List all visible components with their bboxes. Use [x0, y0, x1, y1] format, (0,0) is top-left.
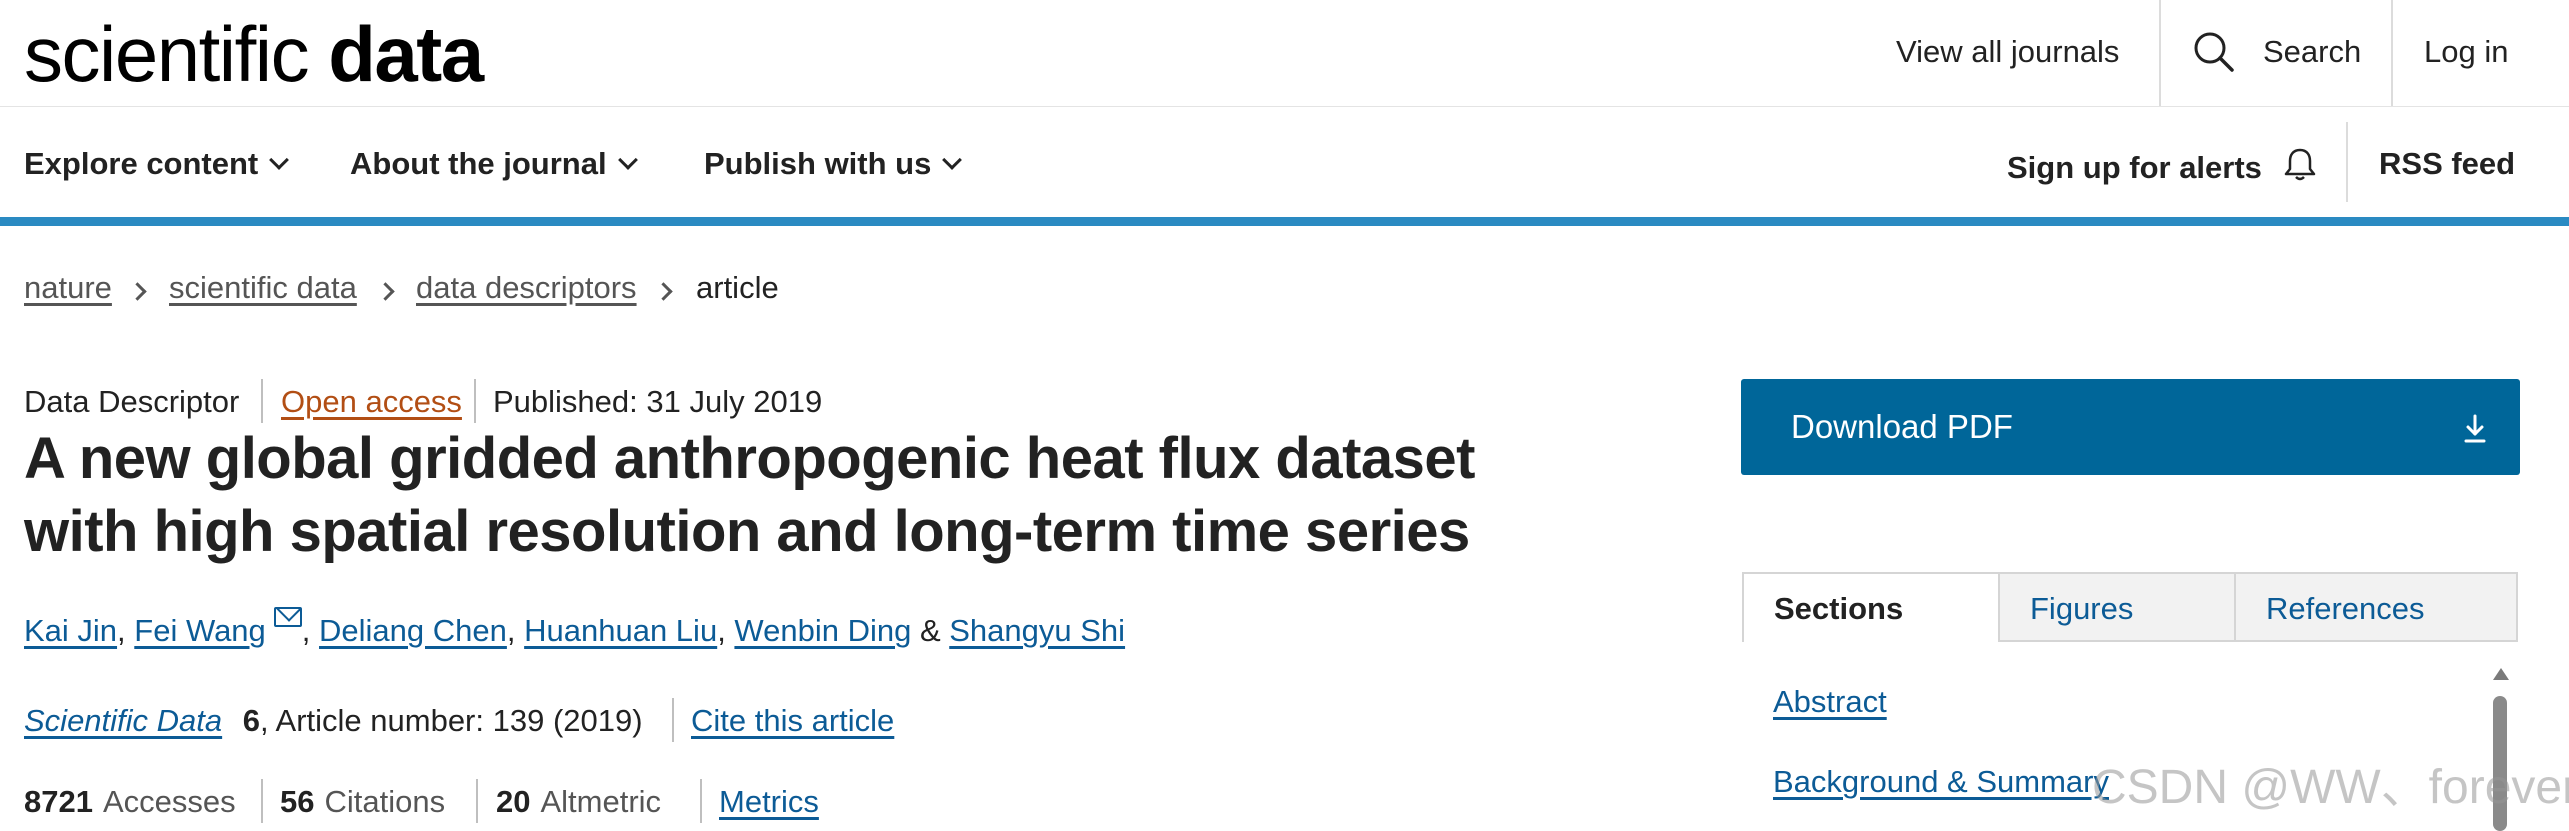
header-rule [0, 106, 2569, 107]
nav-about-label: About the journal [350, 146, 607, 181]
nav-divider [2346, 122, 2348, 202]
metric-altmetric: 20 Altmetric [496, 784, 662, 819]
breadcrumb-data-descriptors[interactable]: data descriptors [416, 268, 637, 308]
sidebar-tabs: Sections Figures References [1742, 572, 2518, 642]
author-link[interactable]: Fei Wang [134, 613, 266, 648]
logo-bold-text: data [328, 10, 484, 98]
author-link[interactable]: Deliang Chen [319, 613, 507, 648]
metric-citations: 56 Citations [280, 784, 446, 819]
article-type: Data Descriptor [24, 384, 240, 419]
metrics-link[interactable]: Metrics [719, 784, 819, 819]
published-date: Published: 31 July 2019 [493, 384, 823, 419]
meta-divider [261, 379, 263, 423]
author-link[interactable]: Huanhuan Liu [524, 613, 717, 648]
article-title: A new global gridded anthropogenic heat … [24, 426, 1476, 564]
article-number: , Article number: 139 (2019) [260, 703, 643, 738]
metric-accesses: 8721 Accesses [24, 784, 236, 819]
chevron-down-icon [269, 150, 290, 170]
bell-icon [2284, 148, 2315, 181]
meta-divider [700, 779, 702, 823]
tab-figures[interactable]: Figures [1998, 572, 2236, 642]
nav-explore-content[interactable]: Explore content [24, 142, 290, 186]
author-link[interactable]: Shangyu Shi [949, 613, 1125, 648]
accent-rule [0, 217, 2569, 226]
toc-background-summary-link[interactable]: Background & Summary [1773, 762, 2109, 802]
metrics-wrapper: Metrics [719, 782, 819, 822]
meta-divider [261, 779, 263, 823]
header-divider [2159, 0, 2161, 106]
nav-publish-label: Publish with us [704, 146, 932, 181]
download-icon [2464, 414, 2486, 443]
breadcrumb-scientific-data[interactable]: scientific data [169, 268, 357, 308]
chevron-right-icon [376, 282, 395, 301]
alerts-label: Sign up for alerts [2007, 150, 2262, 185]
breadcrumb-nature[interactable]: nature [24, 268, 112, 308]
author-link[interactable]: Wenbin Ding [734, 613, 911, 648]
open-access-link[interactable]: Open access [281, 382, 462, 422]
nav-publish-with-us[interactable]: Publish with us [704, 142, 963, 186]
rss-feed-link[interactable]: RSS feed [2379, 142, 2515, 186]
watermark: CSDN @WW、forever [2092, 761, 2569, 814]
meta-divider [672, 698, 674, 742]
breadcrumb-current: article [696, 270, 779, 305]
nav-explore-label: Explore content [24, 146, 259, 181]
journal-logo[interactable]: scientific data [24, 14, 484, 94]
meta-divider [474, 379, 476, 423]
download-pdf-button[interactable]: Download PDF [1741, 379, 2520, 475]
login-link[interactable]: Log in [2424, 32, 2508, 72]
meta-divider [476, 779, 478, 823]
journal-link[interactable]: Scientific Data [24, 703, 222, 738]
logo-light-text: scientific [24, 10, 310, 98]
download-pdf-label: Download PDF [1791, 408, 2013, 445]
scroll-up-arrow-icon[interactable] [2493, 668, 2509, 680]
nav-about-journal[interactable]: About the journal [350, 142, 638, 186]
view-all-journals-link[interactable]: View all journals [1896, 32, 2119, 72]
header-divider [2391, 0, 2393, 106]
search-label: Search [2263, 34, 2362, 69]
search-icon [2194, 32, 2234, 72]
author-list: Kai Jin, Fei Wang, Deliang Chen, Huanhua… [24, 607, 1125, 651]
chevron-right-icon [654, 282, 673, 301]
tab-sections[interactable]: Sections [1742, 572, 2000, 642]
toc-abstract-link[interactable]: Abstract [1773, 682, 1887, 722]
chevron-right-icon [128, 282, 147, 301]
chevron-down-icon [942, 150, 963, 170]
sign-up-alerts-button[interactable]: Sign up for alerts [2007, 142, 2317, 190]
citation-line: Scientific Data 6, Article number: 139 (… [24, 701, 643, 741]
tab-references[interactable]: References [2234, 572, 2518, 642]
cite-wrapper: Cite this article [691, 701, 894, 741]
author-link[interactable]: Kai Jin [24, 613, 117, 648]
chevron-down-icon [617, 150, 638, 170]
volume: 6 [242, 703, 261, 738]
mail-icon[interactable] [273, 607, 302, 627]
cite-this-article-link[interactable]: Cite this article [691, 703, 894, 738]
